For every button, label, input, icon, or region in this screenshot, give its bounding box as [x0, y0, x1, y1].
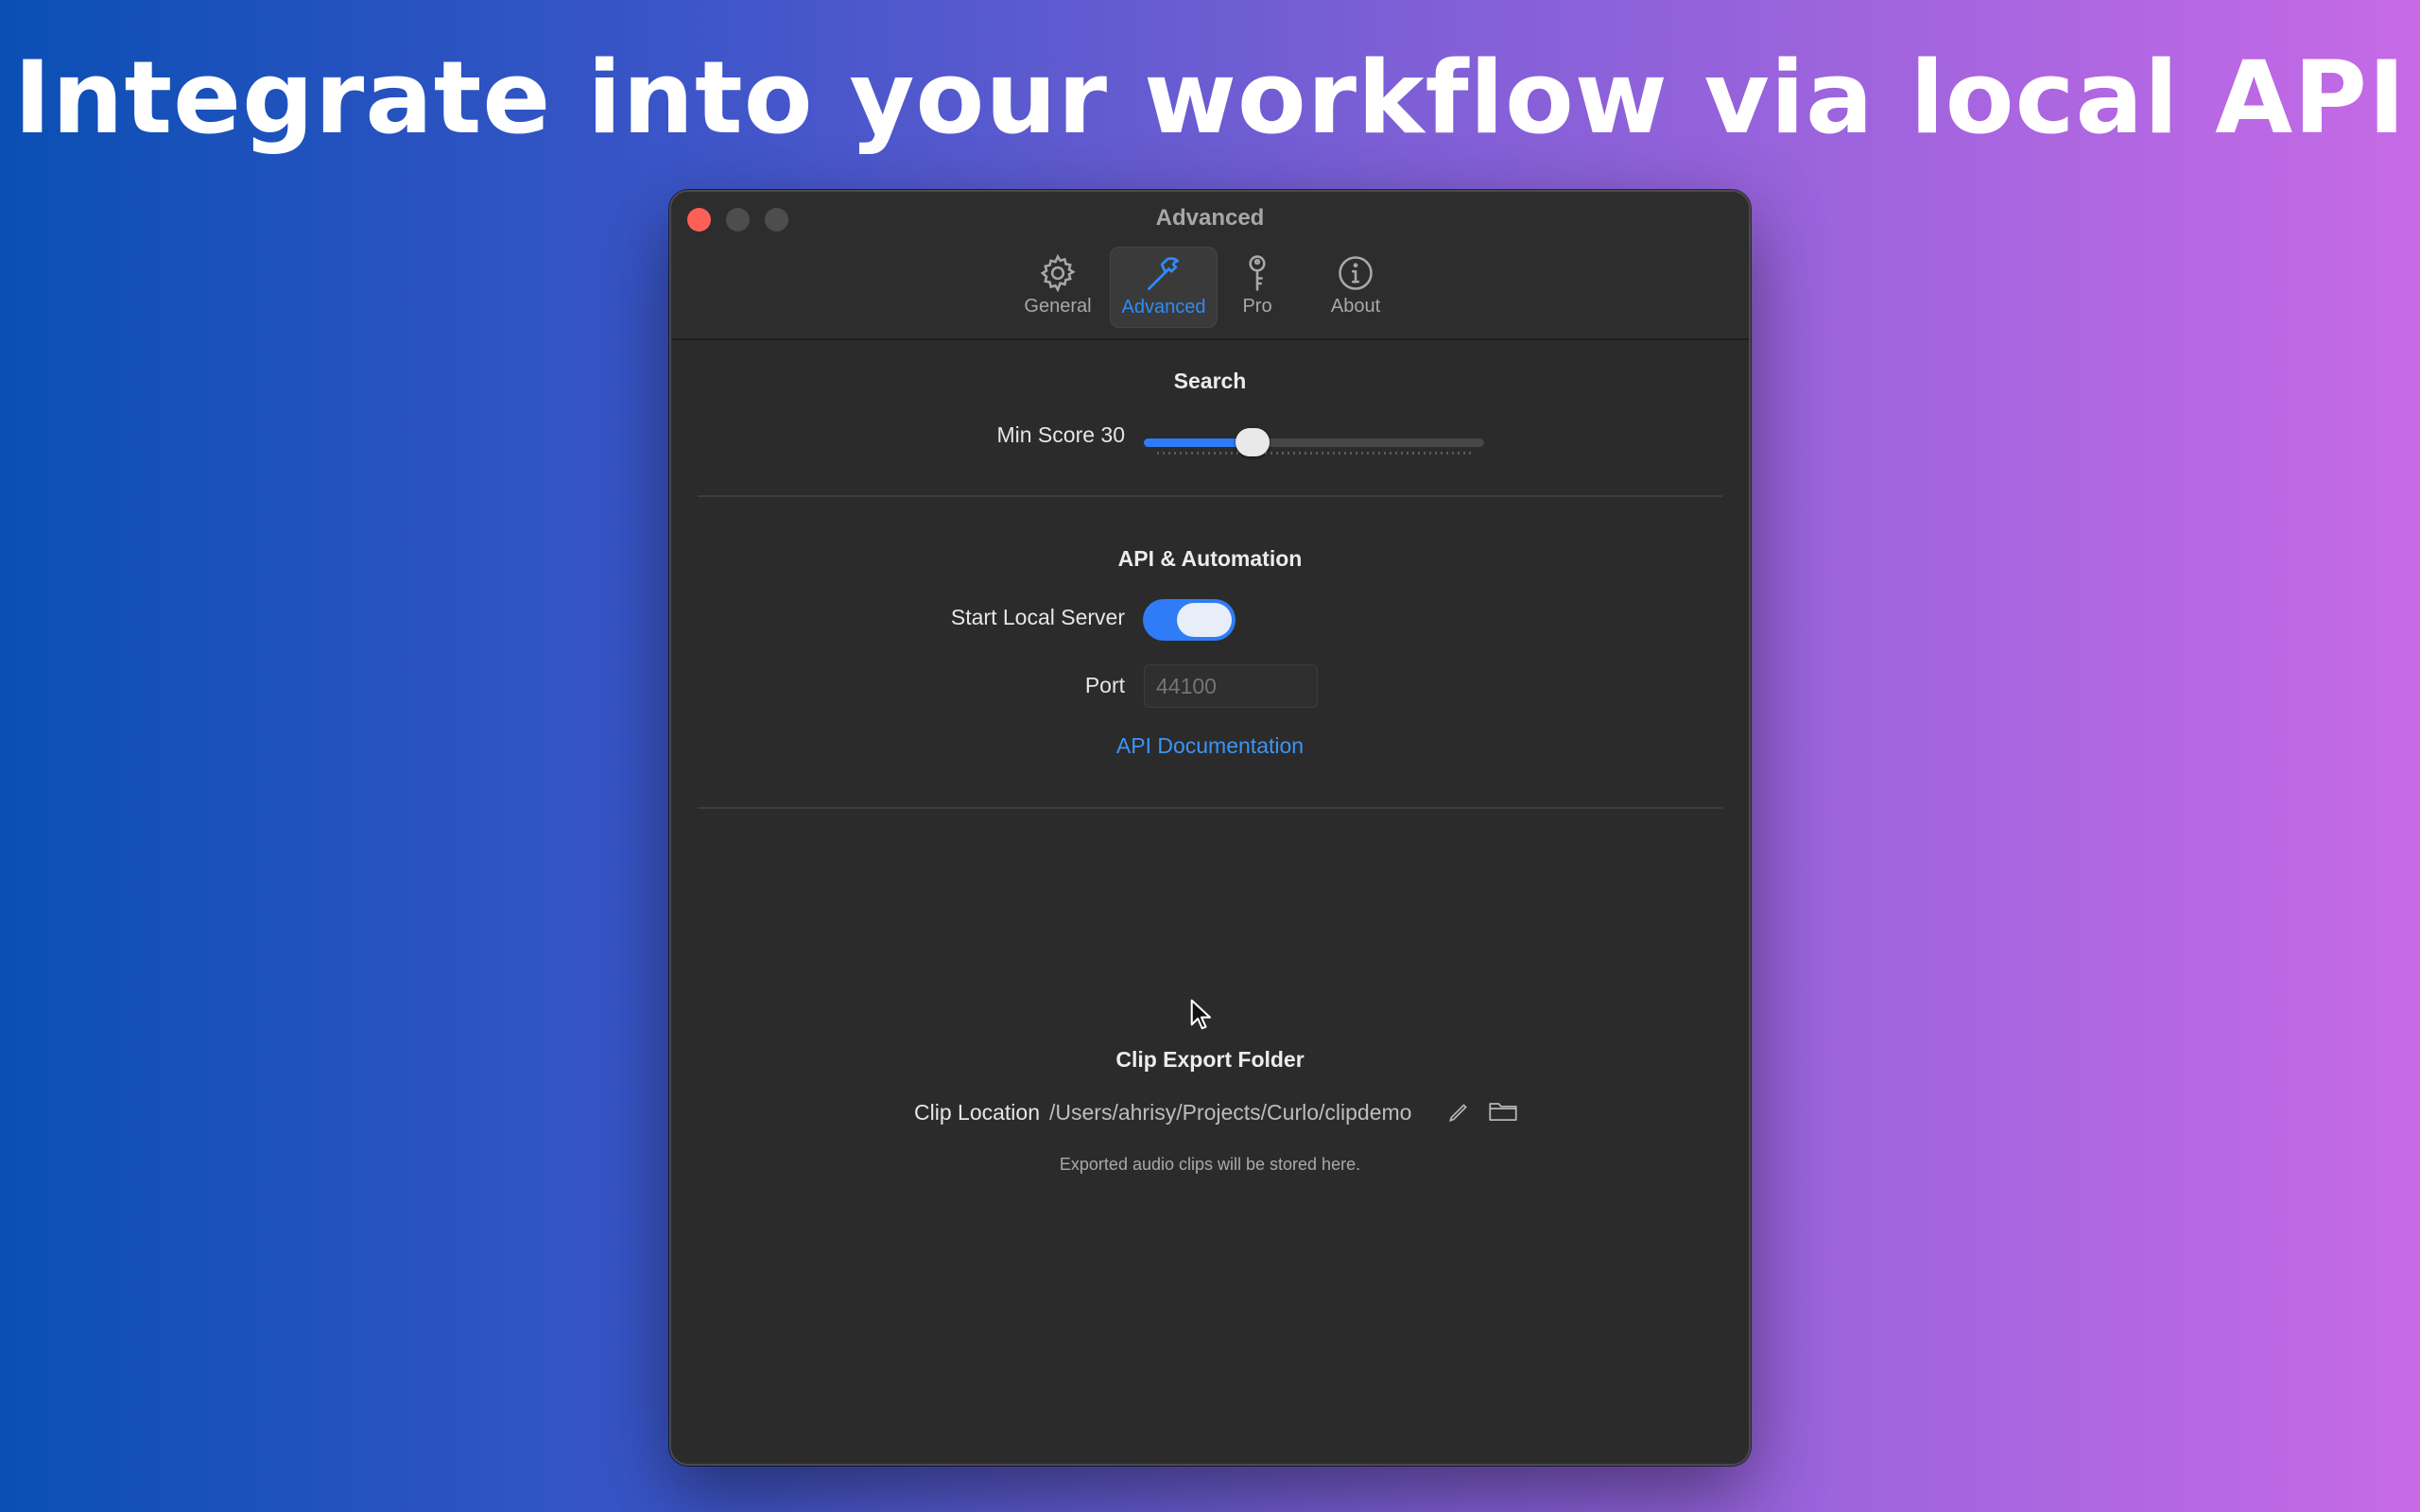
tab-label: Pro: [1242, 296, 1272, 317]
settings-window: Advanced General Advanced Pro About Sear…: [669, 190, 1751, 1466]
min-score-label: Min Score 30: [996, 422, 1125, 447]
tab-label: Advanced: [1121, 297, 1206, 318]
pencil-icon: [1448, 1104, 1467, 1123]
clip-location-hint: Exported audio clips will be stored here…: [1059, 1155, 1361, 1174]
slider-knob[interactable]: [1236, 428, 1270, 456]
port-field[interactable]: [1144, 664, 1318, 708]
section-divider: [698, 807, 1722, 809]
edit-path-button[interactable]: [1446, 1100, 1471, 1125]
clip-location-path: /Users/ahrisy/Projects/Curlo/clipdemo: [1049, 1100, 1412, 1125]
section-divider: [698, 495, 1722, 497]
info-icon: [1339, 256, 1373, 290]
start-server-toggle[interactable]: [1143, 599, 1236, 641]
clip-location-label: Clip Location: [914, 1100, 1040, 1125]
window-title: Advanced: [1155, 205, 1265, 231]
api-section-title: API & Automation: [1117, 546, 1303, 571]
tab-about[interactable]: About: [1320, 247, 1392, 328]
key-icon: [1249, 255, 1266, 291]
hammer-icon: [1148, 257, 1180, 290]
titlebar: Advanced General Advanced Pro About: [671, 192, 1749, 340]
tab-label: General: [1024, 296, 1092, 317]
choose-folder-button[interactable]: [1488, 1098, 1518, 1125]
slider-ticks: [1157, 452, 1471, 455]
tab-advanced[interactable]: Advanced: [1110, 247, 1218, 328]
api-documentation-link[interactable]: API Documentation: [671, 733, 1749, 759]
min-score-slider[interactable]: [1144, 427, 1484, 465]
search-section-title: Search: [1173, 369, 1247, 393]
start-server-label: Start Local Server: [950, 605, 1125, 629]
mouse-cursor-icon: [1190, 999, 1212, 1030]
toggle-knob: [1177, 603, 1232, 637]
tab-general[interactable]: General: [1016, 247, 1099, 328]
port-label: Port: [1084, 673, 1125, 697]
headline: Integrate into your workflow via local A…: [13, 40, 2407, 156]
tab-label: About: [1330, 296, 1381, 317]
gear-icon: [1040, 253, 1076, 293]
toolbar-tabs: General Advanced Pro About: [671, 247, 1749, 328]
folder-icon: [1489, 1103, 1517, 1122]
tab-pro[interactable]: Pro: [1227, 247, 1288, 328]
advanced-pane: Search Min Score 30 API & Automation Sta…: [671, 340, 1749, 1464]
clip-export-section-title: Clip Export Folder: [1115, 1047, 1305, 1072]
